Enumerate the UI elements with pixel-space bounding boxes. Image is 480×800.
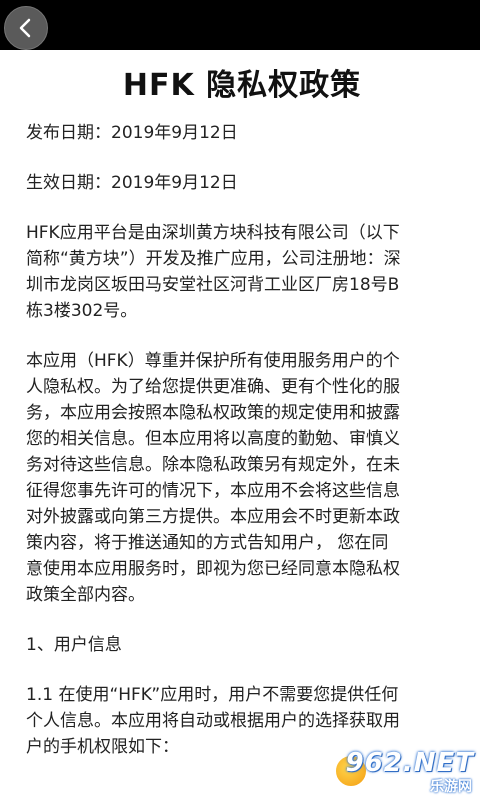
section-heading-user-info: 1、用户信息 xyxy=(26,635,122,655)
paragraph-line: 栋3楼302号。 xyxy=(26,301,138,321)
page-title: HFK 隐私权政策 xyxy=(122,68,362,103)
paragraph-line: 简称“黄方块”）开发及推广应用，公司注册地：深 xyxy=(26,249,401,269)
chevron-left-icon xyxy=(15,17,37,39)
paragraph-line: 策内容，将于推送通知的方式告知用户， 您在同 xyxy=(26,533,389,553)
paragraph-line: 务，本应用会按照本隐私权政策的规定使用和披露 xyxy=(26,403,400,423)
paragraph-line: 1.1 在使用“HFK”应用时，用户不需要您提供任何 xyxy=(26,685,399,705)
watermark-subtext: 乐游网 xyxy=(430,779,472,795)
effective-date: 生效日期：2019年9月12日 xyxy=(26,173,238,193)
company-intro-paragraph: HFK应用平台是由深圳黄方块科技有限公司（以下 简称“黄方块”）开发及推广应用，… xyxy=(26,220,458,324)
section-1-1-paragraph: 1.1 在使用“HFK”应用时，用户不需要您提供任何 个人信息。本应用将自动或根… xyxy=(26,682,458,760)
privacy-statement-paragraph: 本应用（HFK）尊重并保护所有使用服务用户的个 人隐私权。为了给您提供更准确、更… xyxy=(26,348,458,608)
back-button[interactable] xyxy=(4,6,48,50)
privacy-policy-document: HFK 隐私权政策 发布日期：2019年9月12日 生效日期：2019年9月12… xyxy=(26,62,458,760)
paragraph-line: 对外披露或向第三方提供。本应用会不时更新本政 xyxy=(26,507,400,527)
paragraph-line: 个人信息。本应用将自动或根据用户的选择获取用 xyxy=(26,711,400,731)
paragraph-line: HFK应用平台是由深圳黄方块科技有限公司（以下 xyxy=(26,223,400,243)
paragraph-line: 人隐私权。为了给您提供更准确、更有个性化的服 xyxy=(26,377,400,397)
paragraph-line: 圳市龙岗区坂田马安堂社区河背工业区厂房18号B xyxy=(26,275,400,295)
paragraph-line: 户的手机权限如下： xyxy=(26,737,179,757)
paragraph-line: 本应用（HFK）尊重并保护所有使用服务用户的个 xyxy=(26,351,400,371)
top-bar xyxy=(0,0,480,50)
publish-date: 发布日期：2019年9月12日 xyxy=(26,123,238,143)
paragraph-line: 务对待这些信息。除本隐私政策另有规定外，在未 xyxy=(26,455,400,475)
paragraph-line: 意使用本应用服务时，即视为您已经同意本隐私权 xyxy=(26,559,400,579)
paragraph-line: 您的相关信息。但本应用将以高度的勤勉、审慎义 xyxy=(26,429,400,449)
paragraph-line: 政策全部内容。 xyxy=(26,585,145,605)
paragraph-line: 征得您事先许可的情况下，本应用不会将这些信息 xyxy=(26,481,400,501)
